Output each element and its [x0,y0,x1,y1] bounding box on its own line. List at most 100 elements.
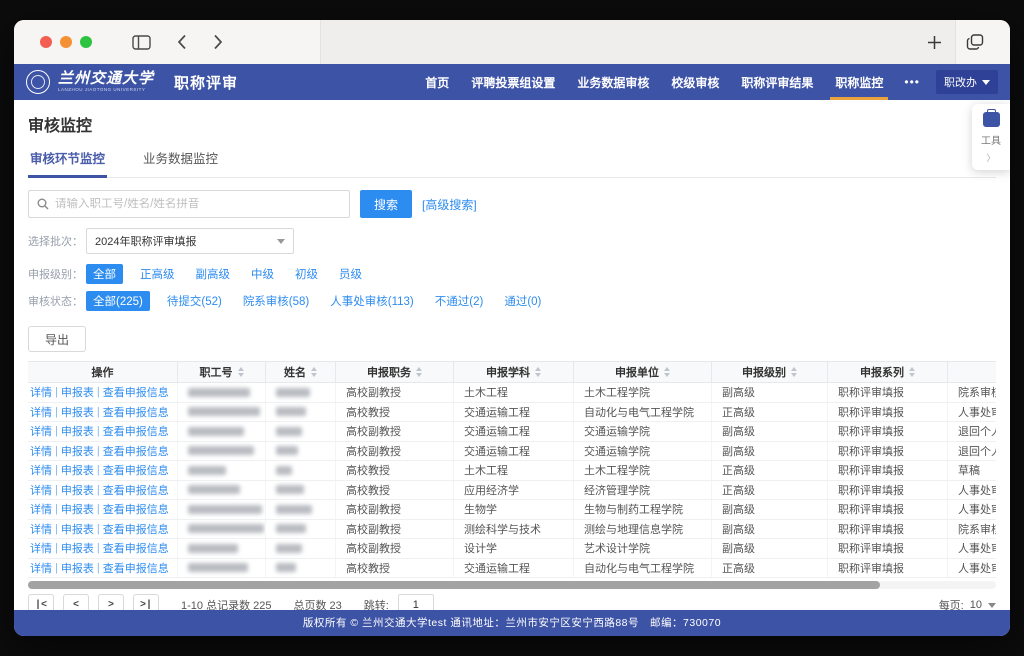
level-chip-intermediate[interactable]: 中级 [247,264,278,284]
jump-page-input[interactable] [398,594,434,610]
per-page-select[interactable]: 每页: 10 [939,597,996,610]
application-form-link[interactable]: 申报表 [61,501,94,517]
scrollbar-thumb[interactable] [28,581,880,589]
status-cell: 草稿 [948,461,996,480]
nav-more-button[interactable]: ••• [894,64,930,100]
application-form-link[interactable]: 申报表 [61,462,94,478]
status-chip-pending-submit[interactable]: 待提交(52) [163,291,226,311]
column-header[interactable]: 申报级别 [712,362,828,382]
sort-icon[interactable] [416,367,422,377]
last-page-button[interactable]: >| [133,594,159,610]
view-application-info-link[interactable]: 查看申报信息 [103,560,169,576]
detail-link[interactable]: 详情 [30,482,52,498]
view-application-info-link[interactable]: 查看申报信息 [103,404,169,420]
application-form-link[interactable]: 申报表 [61,404,94,420]
view-application-info-link[interactable]: 查看申报信息 [103,462,169,478]
name-cell [266,461,336,480]
detail-link[interactable]: 详情 [30,540,52,556]
application-form-link[interactable]: 申报表 [61,521,94,537]
application-form-link[interactable]: 申报表 [61,423,94,439]
nav-item-title-review-results[interactable]: 职称评审结果 [730,64,824,100]
tab-business-data-monitoring[interactable]: 业务数据监控 [141,144,220,177]
application-form-link[interactable]: 申报表 [61,540,94,556]
view-application-info-link[interactable]: 查看申报信息 [103,384,169,400]
view-application-info-link[interactable]: 查看申报信息 [103,423,169,439]
nav-item-business-data-review[interactable]: 业务数据审核 [566,64,660,100]
level-chip-junior[interactable]: 初级 [291,264,322,284]
application-form-link[interactable]: 申报表 [61,384,94,400]
column-header[interactable]: 申报单位 [574,362,712,382]
view-application-info-link[interactable]: 查看申报信息 [103,521,169,537]
export-button[interactable]: 导出 [28,326,86,352]
column-header[interactable]: 姓名 [266,362,336,382]
minimize-window-button[interactable] [60,36,72,48]
view-application-info-link[interactable]: 查看申报信息 [103,501,169,517]
detail-link[interactable]: 详情 [30,423,52,439]
detail-link[interactable]: 详情 [30,560,52,576]
name-cell [266,403,336,422]
sort-icon[interactable] [909,367,915,377]
level-chip-all[interactable]: 全部 [86,264,123,284]
nav-item-title-monitoring[interactable]: 职称监控 [824,64,894,100]
detail-link[interactable]: 详情 [30,521,52,537]
application-form-link[interactable]: 申报表 [61,443,94,459]
close-window-button[interactable] [40,36,52,48]
column-header[interactable]: 申报职务 [336,362,454,382]
employee-id-cell [178,403,266,422]
application-form-link[interactable]: 申报表 [61,560,94,576]
actions-cell: 详情|申报表|查看申报信息 [28,422,178,441]
status-chip-all[interactable]: 全部(225) [86,291,150,311]
tab-overview-button[interactable] [966,34,984,50]
forward-button[interactable] [213,34,223,50]
tools-widget[interactable]: 工具 〉 [972,104,1010,170]
zoom-window-button[interactable] [80,36,92,48]
view-application-info-link[interactable]: 查看申报信息 [103,540,169,556]
detail-link[interactable]: 详情 [30,501,52,517]
application-form-link[interactable]: 申报表 [61,482,94,498]
detail-link[interactable]: 详情 [30,404,52,420]
column-header[interactable]: 申报系列 [828,362,948,382]
new-tab-button[interactable] [927,34,942,50]
nav-item-voting-group-settings[interactable]: 评聘投票组设置 [460,64,566,100]
view-application-info-link[interactable]: 查看申报信息 [103,443,169,459]
batch-select[interactable]: 2024年职称评审填报 [86,228,294,254]
status-chip-rejected[interactable]: 不通过(2) [431,291,488,311]
horizontal-scrollbar[interactable] [28,581,996,589]
status-cell: 人事处审核 [948,539,996,558]
position-cell: 高校教授 [336,461,454,480]
column-header[interactable]: 申报学科 [454,362,574,382]
role-dropdown[interactable]: 职改办 [936,70,998,94]
level-chip-staff[interactable]: 员级 [335,264,366,284]
sort-icon[interactable] [535,367,541,377]
advanced-search-link[interactable]: [高级搜索] [422,196,477,213]
detail-link[interactable]: 详情 [30,443,52,459]
nav-item-school-level-review[interactable]: 校级审核 [660,64,730,100]
sort-icon[interactable] [664,367,670,377]
search-input[interactable] [55,198,341,210]
status-chip-department-review[interactable]: 院系审核(58) [239,291,313,311]
next-page-button[interactable]: > [98,594,124,610]
level-cell: 副高级 [712,539,828,558]
sort-icon[interactable] [238,367,244,377]
nav-item-home[interactable]: 首页 [414,64,460,100]
tab-audit-process-monitoring[interactable]: 审核环节监控 [28,144,107,178]
back-button[interactable] [177,34,187,50]
sort-icon[interactable] [791,367,797,377]
sidebar-toggle-icon[interactable] [132,35,151,50]
role-dropdown-label: 职改办 [944,74,977,90]
search-button[interactable]: 搜索 [360,190,412,218]
first-page-button[interactable]: |< [28,594,54,610]
level-chip-deputy-senior[interactable]: 副高级 [192,264,235,284]
detail-link[interactable]: 详情 [30,462,52,478]
status-chip-hr-review[interactable]: 人事处审核(113) [326,291,418,311]
sort-icon[interactable] [311,367,317,377]
level-chip-full-senior[interactable]: 正高级 [136,264,179,284]
prev-page-button[interactable]: < [63,594,89,610]
redacted-text [188,427,244,436]
view-application-info-link[interactable]: 查看申报信息 [103,482,169,498]
unit-cell: 自动化与电气工程学院 [574,403,712,422]
status-chip-passed[interactable]: 通过(0) [500,291,545,311]
detail-link[interactable]: 详情 [30,384,52,400]
column-header[interactable]: 职工号 [178,362,266,382]
page-title: 审核监控 [28,112,996,136]
